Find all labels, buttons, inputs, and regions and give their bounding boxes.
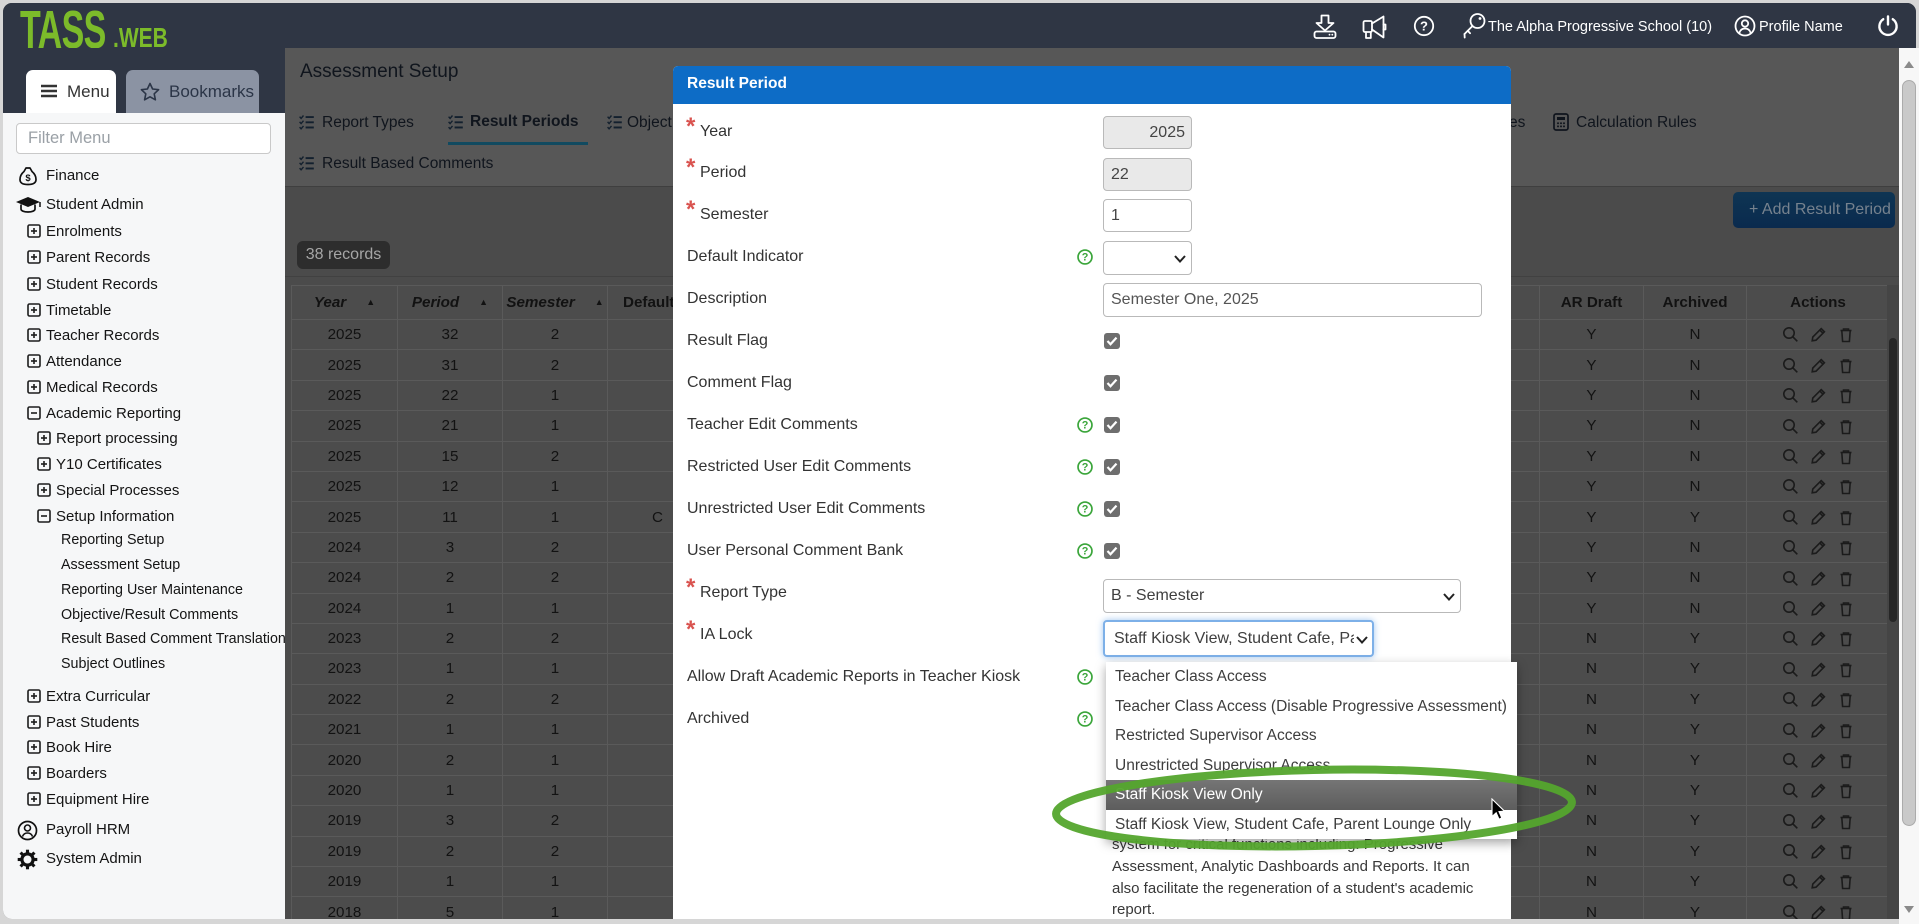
svg-text:?: ?: [1420, 18, 1428, 33]
svg-text:?: ?: [1082, 419, 1089, 431]
svg-text:?: ?: [1082, 713, 1089, 725]
svg-text:?: ?: [1082, 503, 1089, 515]
svg-text:$: $: [25, 173, 31, 184]
svg-text:?: ?: [1082, 671, 1089, 683]
svg-text:?: ?: [1082, 251, 1089, 263]
svg-text:?: ?: [1082, 461, 1089, 473]
svg-text:?: ?: [1082, 545, 1089, 557]
